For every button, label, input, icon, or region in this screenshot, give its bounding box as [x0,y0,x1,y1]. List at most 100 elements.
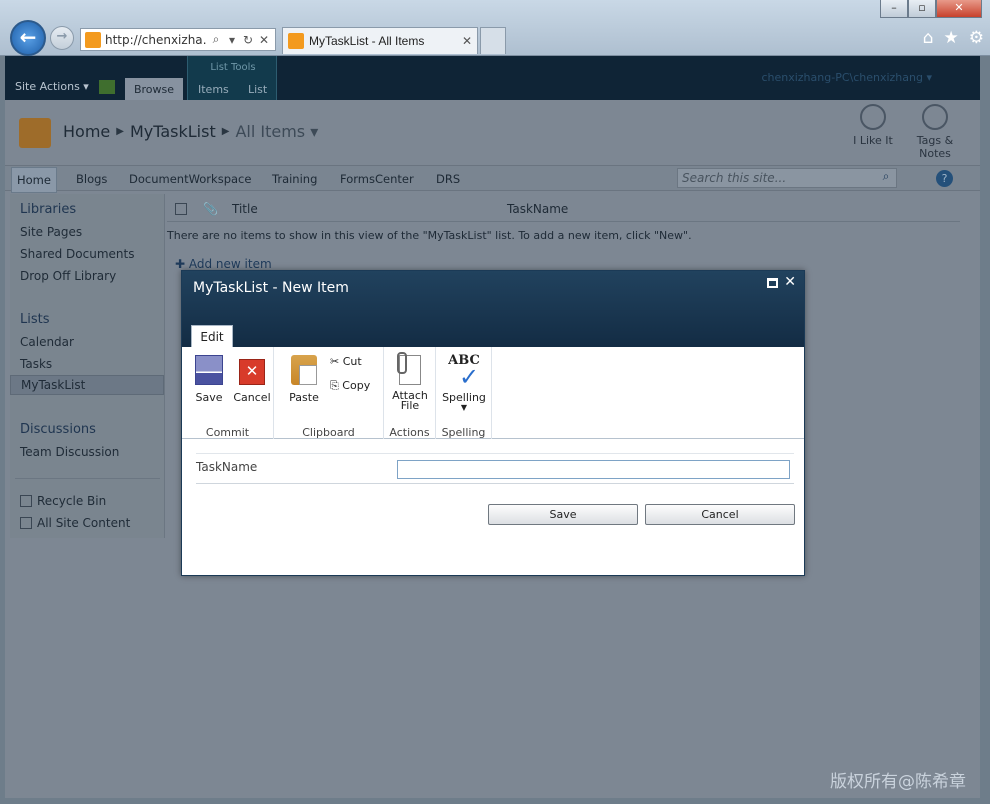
stop-icon[interactable]: ✕ [257,33,271,47]
ribbon-save-button[interactable]: Save [189,355,229,404]
empty-list-message: There are no items to show in this view … [167,229,692,242]
close-window-icon[interactable]: ✕ [936,0,982,18]
topnav-blogs[interactable]: Blogs [76,172,107,186]
attach-paperclip-icon [397,352,421,385]
add-icon: ✚ [175,257,189,271]
maximize-icon[interactable] [767,278,778,288]
ql-all-site-content[interactable]: All Site Content [20,516,130,530]
topnav-drs[interactable]: DRS [436,172,460,186]
sp-ribbon-bar: Site Actions ▾ Browse List Tools Items L… [5,56,980,100]
tab-items[interactable]: Items [198,83,229,96]
save-button[interactable]: Save [488,504,638,525]
site-content-icon [20,517,32,529]
ql-drop-off-library[interactable]: Drop Off Library [20,269,116,283]
favorites-star-icon[interactable]: ★ [944,28,959,48]
select-all-checkbox[interactable] [175,203,187,215]
quick-launch: Libraries Site Pages Shared Documents Dr… [10,194,165,538]
tags-label: Tags & [916,134,954,147]
dialog-title: MyTaskList - New Item [193,280,349,296]
ql-libraries-heading[interactable]: Libraries [20,202,76,217]
ql-divider [15,478,160,479]
clipboard-group-label: Clipboard [302,426,355,439]
breadcrumb-home[interactable]: Home [63,122,110,141]
home-icon[interactable]: ⌂ [923,28,934,48]
help-icon[interactable]: ? [936,170,953,187]
like-tag-icon [860,104,886,130]
column-taskname[interactable]: TaskName [507,202,568,216]
tab-title: MyTaskList - All Items [309,34,425,48]
breadcrumb-view[interactable]: All Items ▾ [235,122,318,141]
browser-tab[interactable]: MyTaskList - All Items ✕ [282,27,478,54]
actions-group-label: Actions [389,426,430,439]
topnav-home[interactable]: Home [11,167,57,193]
column-title[interactable]: Title [232,202,258,216]
topnav-documentworkspace[interactable]: DocumentWorkspace [129,172,251,186]
cancel-button[interactable]: Cancel [645,504,795,525]
save-disk-icon [195,355,223,385]
ql-shared-documents[interactable]: Shared Documents [20,247,134,261]
tab-browse[interactable]: Browse [125,78,183,100]
breadcrumb-separator-icon: ▶ [221,126,230,137]
site-logo-icon[interactable] [19,118,51,148]
spelling-dropdown-icon: ▼ [460,403,468,412]
ribbon-copy-button[interactable]: ⎘ Copy [330,379,370,393]
forward-button[interactable]: → [50,26,74,50]
tags-notes-button[interactable]: Tags & Notes [910,104,960,160]
ql-calendar[interactable]: Calendar [20,335,74,349]
commit-group-label: Commit [205,426,250,439]
tab-list[interactable]: List [248,83,267,96]
ql-discussions-heading[interactable]: Discussions [20,422,96,437]
address-url[interactable]: http://chenxizha… [105,33,207,47]
ribbon-attach-file-button[interactable]: Attach File [390,352,430,411]
breadcrumb-list[interactable]: MyTaskList [130,122,216,141]
new-tab-button[interactable] [480,27,506,54]
topnav-training[interactable]: Training [272,172,317,186]
top-navigation: Home Blogs DocumentWorkspace Training Fo… [5,165,980,193]
site-favicon-icon [85,31,101,48]
watermark: 版权所有@陈希章 [830,772,966,792]
search-icon[interactable]: ⌕ [209,32,223,47]
search-placeholder: Search this site... [682,171,787,185]
tab-close-icon[interactable]: ✕ [462,34,472,48]
dropdown-icon[interactable]: ▾ [225,33,239,47]
ql-team-discussion[interactable]: Team Discussion [20,445,119,459]
address-bar[interactable]: http://chenxizha… ⌕ ▾ ↻ ✕ [80,28,276,51]
ql-lists-heading[interactable]: Lists [20,312,50,327]
maximize-icon[interactable]: ▫ [908,0,936,18]
back-button[interactable]: ← [10,20,46,56]
navigate-up-icon[interactable] [99,80,115,94]
user-menu[interactable]: chenxizhang-PC\chenxizhang ▾ [761,71,932,84]
taskname-form-row: TaskName [196,453,794,484]
ribbon-cut-button[interactable]: ✂ Cut [330,355,362,368]
ribbon-group-clipboard: Paste ✂ Cut ⎘ Copy Clipboard [274,347,384,439]
i-like-it-button[interactable]: I Like It [848,104,898,160]
ql-site-pages[interactable]: Site Pages [20,225,82,239]
recycle-bin-icon [20,495,32,507]
tools-gear-icon[interactable]: ⚙ [969,28,984,48]
ribbon-paste-button[interactable]: Paste [282,355,326,404]
browser-chrome: – ▫ ✕ ← → http://chenxizha… ⌕ ▾ ↻ ✕ MyTa… [0,0,990,56]
dialog-title-bar: MyTaskList - New Item ✕ Edit [182,271,804,348]
site-search-input[interactable]: Search this site... ⌕ [677,168,897,188]
add-new-item-link[interactable]: ✚ Add new item [175,257,272,271]
search-icon[interactable]: ⌕ [876,169,896,187]
breadcrumb: Home ▶ MyTaskList ▶ All Items ▾ [63,122,318,141]
taskname-input[interactable] [397,460,790,479]
close-icon[interactable]: ✕ [784,274,796,290]
ql-mytasklist[interactable]: MyTaskList [10,375,164,395]
tab-edit[interactable]: Edit [191,325,233,348]
topnav-formscenter[interactable]: FormsCenter [340,172,414,186]
tab-favicon-icon [288,33,304,49]
ribbon-spelling-button[interactable]: ABC Spelling ▼ [440,353,488,412]
ql-recycle-bin[interactable]: Recycle Bin [20,494,106,508]
list-tools-group: List Tools Items List [187,56,277,100]
site-actions-menu[interactable]: Site Actions ▾ [15,80,89,93]
minimize-icon[interactable]: – [880,0,908,18]
ql-tasks[interactable]: Tasks [20,357,52,371]
ribbon-cancel-button[interactable]: ✕ Cancel [232,355,272,404]
new-item-dialog: MyTaskList - New Item ✕ Edit Save ✕ Canc… [181,270,805,576]
copy-icon: ⎘ [330,379,343,392]
tags-notes-icon [922,104,948,130]
refresh-icon[interactable]: ↻ [241,33,255,47]
cancel-x-icon: ✕ [239,359,265,385]
